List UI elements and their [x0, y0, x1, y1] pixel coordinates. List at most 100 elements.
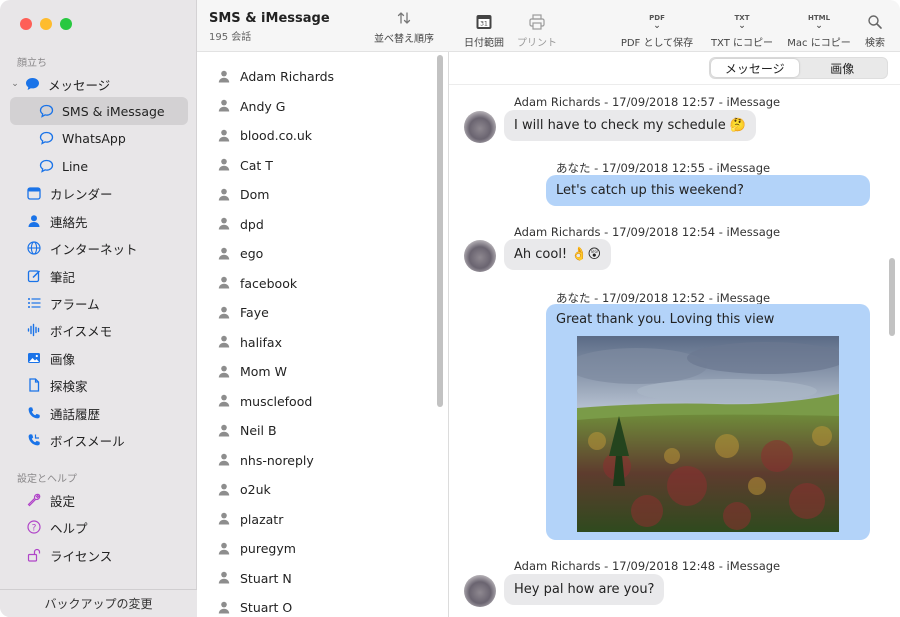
avatar [464, 575, 496, 607]
contact-name: puregym [240, 541, 296, 557]
list-item[interactable]: Cat T [197, 151, 433, 181]
message-bubble-incoming[interactable]: Ah cool! 👌😲 [504, 239, 612, 270]
list-item[interactable]: Stuart N [197, 564, 433, 594]
conversation-list-scrollbar[interactable] [437, 55, 443, 407]
sidebar-item-explorer[interactable]: 探検家 [10, 371, 188, 399]
avatar [464, 111, 496, 143]
sidebar-item-label: 連絡先 [50, 214, 88, 230]
contact-name: ego [240, 246, 264, 262]
sidebar-item-label: 設定 [50, 493, 76, 509]
sidebar-item-sms-imessage[interactable]: SMS & iMessage [10, 97, 188, 125]
contact-name: Dom [240, 187, 270, 203]
contact-name: dpd [240, 216, 264, 232]
list-item[interactable]: Andy G [197, 92, 433, 122]
sidebar-item-label: ヘルプ [50, 520, 88, 536]
sidebar-item-whatsapp[interactable]: WhatsApp [10, 124, 188, 152]
message-meta: Adam Richards - 17/09/2018 12:57 - iMess… [514, 95, 781, 109]
print-button[interactable]: プリント [515, 10, 559, 49]
conversation-list-pane: SMS & iMessage 195 会話 並べ替え順序 Adam Richar… [197, 0, 449, 617]
person-icon [218, 365, 232, 379]
person-icon [218, 542, 232, 556]
sidebar-item-photos[interactable]: 画像 [10, 344, 188, 372]
sidebar-item-alarm[interactable]: アラーム [10, 289, 188, 317]
contact-name: Faye [240, 305, 269, 321]
date-range-button[interactable]: 31 日付範囲 [462, 10, 506, 49]
sidebar-section-header: 設定とヘルプ [17, 474, 77, 485]
zoom-window-button[interactable] [60, 18, 72, 30]
sidebar-item-line[interactable]: Line [10, 152, 188, 180]
list-item[interactable]: plazatr [197, 505, 433, 535]
voicemail-icon [26, 432, 42, 448]
sidebar-item-label: 通話履歴 [50, 406, 101, 422]
copy-to-mac-button[interactable]: HTML ⌄ Mac にコピー [785, 10, 853, 49]
sort-order-label: 並べ替え順序 [374, 34, 434, 45]
close-window-button[interactable] [20, 18, 32, 30]
list-item[interactable]: ego [197, 239, 433, 269]
message-bubble-incoming[interactable]: Hey pal how are you? [504, 574, 665, 605]
sidebar-item-voice-memo[interactable]: ボイスメモ [10, 316, 188, 344]
contact-name: Andy G [240, 98, 286, 114]
sidebar-item-voicemail[interactable]: ボイスメール [10, 426, 188, 454]
html-document-icon: HTML ⌄ [807, 14, 831, 31]
sidebar-item-notes[interactable]: 筆記 [10, 262, 188, 290]
contact-name: facebook [240, 275, 298, 291]
person-icon [218, 99, 232, 113]
sidebar-group-messages[interactable]: ⌄ メッセージ [10, 70, 188, 98]
sidebar-item-call-history[interactable]: 通話履歴 [10, 399, 188, 427]
question-icon: ? [26, 519, 42, 535]
sidebar-item-label: カレンダー [50, 186, 113, 202]
calendar-icon: 31 [462, 10, 506, 34]
chevron-down-icon[interactable]: ⌄ [10, 79, 20, 89]
svg-text:31: 31 [480, 21, 488, 28]
txt-document-icon: TXT ⌄ [734, 14, 750, 31]
note-icon [26, 268, 42, 284]
sidebar-item-settings[interactable]: 設定 [10, 486, 188, 514]
list-item[interactable]: nhs-noreply [197, 446, 433, 476]
list-item[interactable]: Adam Richards [197, 62, 433, 92]
photo-attachment[interactable] [577, 336, 839, 532]
sort-order-button[interactable]: 並べ替え順序 [371, 10, 437, 45]
person-icon [218, 247, 232, 261]
person-icon [218, 601, 232, 615]
contact-list: Adam Richards Andy G blood.co.uk Cat T Dom dp… [197, 62, 433, 617]
sidebar-item-calendar[interactable]: カレンダー [10, 179, 188, 207]
list-item[interactable]: Mom W [197, 357, 433, 387]
list-item[interactable]: Dom [197, 180, 433, 210]
list-item[interactable]: Neil B [197, 416, 433, 446]
person-icon [218, 276, 232, 290]
list-icon [26, 295, 42, 311]
person-icon [218, 483, 232, 497]
list-item[interactable]: dpd [197, 210, 433, 240]
message-bubble-outgoing[interactable]: Let's catch up this weekend? [546, 175, 870, 206]
person-icon [218, 453, 232, 467]
sidebar-item-license[interactable]: ライセンス [10, 541, 188, 569]
list-item[interactable]: blood.co.uk [197, 121, 433, 151]
sidebar-item-contacts[interactable]: 連絡先 [10, 207, 188, 235]
contact-name: halifax [240, 334, 282, 350]
message-bubble-incoming[interactable]: I will have to check my schedule 🤔 [504, 110, 757, 141]
minimize-window-button[interactable] [40, 18, 52, 30]
list-item[interactable]: o2uk [197, 475, 433, 505]
avatar [464, 240, 496, 272]
sidebar-item-help[interactable]: ? ヘルプ [10, 513, 188, 541]
save-pdf-button[interactable]: PDF ⌄ PDF として保存 [619, 10, 695, 49]
tab-images[interactable]: 画像 [799, 59, 887, 77]
sidebar-item-internet[interactable]: インターネット [10, 234, 188, 262]
copy-txt-button[interactable]: TXT ⌄ TXT にコピー [707, 10, 777, 49]
svg-text:?: ? [32, 523, 37, 533]
person-icon [218, 129, 232, 143]
list-item[interactable]: puregym [197, 534, 433, 564]
list-item[interactable]: facebook [197, 269, 433, 299]
person-icon [218, 70, 232, 84]
tab-messages[interactable]: メッセージ [711, 59, 799, 77]
change-backup-button[interactable]: バックアップの変更 [0, 589, 197, 617]
contact-name: Cat T [240, 157, 273, 173]
list-item[interactable]: Faye [197, 298, 433, 328]
search-button[interactable]: 検索 [861, 10, 889, 49]
message-bubble-outgoing[interactable]: Great thank you. Loving this view [546, 304, 870, 540]
list-item[interactable]: musclefood [197, 387, 433, 417]
sidebar-item-label: ライセンス [50, 548, 113, 564]
list-item[interactable]: Stuart O [197, 593, 433, 617]
conversation-scrollbar[interactable] [889, 258, 895, 336]
list-item[interactable]: halifax [197, 328, 433, 358]
